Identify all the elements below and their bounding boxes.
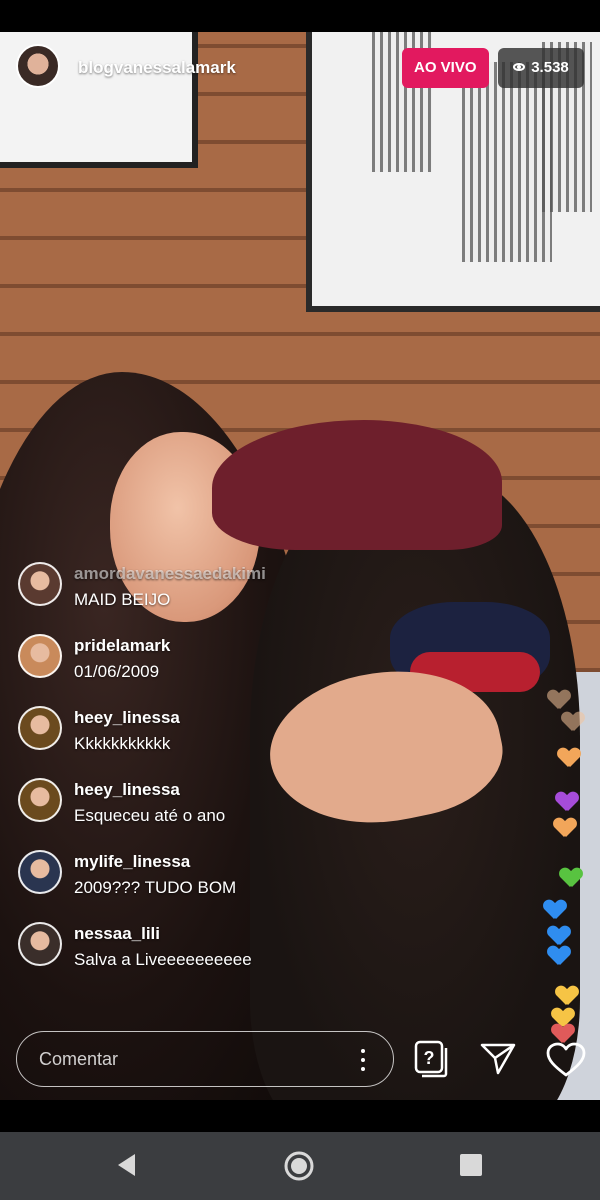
comment-placeholder: Comentar [39, 1049, 119, 1069]
commenter-username[interactable]: mylife_linessa [74, 852, 190, 872]
viewer-count-badge[interactable]: 3.538 [498, 48, 584, 88]
reaction-heart-icon [556, 792, 578, 812]
commenter-username[interactable]: amordavanessaedakimi [74, 564, 266, 584]
eye-icon [513, 63, 526, 72]
commenter-avatar[interactable] [18, 778, 62, 822]
comment-item[interactable]: pridelamark 01/06/2009 [16, 632, 376, 704]
comments-list: amordavanessaedakimi MAID BEIJO pridelamar… [16, 560, 376, 992]
reaction-heart-icon [548, 690, 570, 710]
commenter-avatar[interactable] [18, 850, 62, 894]
commenter-avatar[interactable] [18, 922, 62, 966]
comment-input[interactable]: Comentar [16, 1031, 394, 1087]
live-badge: AO VIVO [402, 48, 489, 88]
commenter-avatar[interactable] [18, 706, 62, 750]
reaction-heart-icon [560, 868, 582, 888]
host-avatar[interactable] [16, 44, 60, 88]
comment-text: Kkkkkkkkkkk [74, 734, 171, 753]
commenter-avatar[interactable] [18, 562, 62, 606]
comment-item[interactable]: nessaa_lili Salva a Liveeeeeeeeee [16, 920, 376, 992]
commenter-avatar[interactable] [18, 634, 62, 678]
host-username[interactable]: blogvanessalamark [78, 58, 236, 78]
commenter-username[interactable]: nessaa_lili [74, 924, 160, 944]
reaction-heart-icon [558, 748, 580, 768]
reaction-heart-icon [556, 986, 578, 1006]
like-heart-icon[interactable] [546, 1042, 586, 1078]
home-icon[interactable] [283, 1150, 315, 1182]
send-icon[interactable] [480, 1042, 516, 1076]
bottom-spacer [0, 1100, 600, 1132]
live-header: blogvanessalamark AO VIVO 3.538 [0, 32, 600, 104]
commenter-username[interactable]: heey_linessa [74, 708, 180, 728]
reaction-heart-icon [548, 946, 570, 966]
viewer-count: 3.538 [531, 59, 569, 76]
comment-item[interactable]: heey_linessa Esqueceu até o ano [16, 776, 376, 848]
comment-item[interactable]: mylife_linessa 2009??? TUDO BOM [16, 848, 376, 920]
svg-text:?: ? [424, 1048, 435, 1068]
commenter-username[interactable]: heey_linessa [74, 780, 180, 800]
comment-item[interactable]: amordavanessaedakimi MAID BEIJO [16, 560, 376, 632]
reaction-heart-icon [544, 900, 566, 920]
comment-text: 2009??? TUDO BOM [74, 878, 237, 897]
reaction-heart-icon [548, 926, 570, 946]
status-bar [0, 0, 600, 32]
reaction-heart-icon [552, 1024, 574, 1044]
question-icon[interactable]: ? [414, 1040, 448, 1078]
reaction-heart-icon [562, 712, 584, 732]
comment-text: MAID BEIJO [74, 590, 171, 609]
reaction-heart-icon [554, 818, 576, 838]
recents-icon[interactable] [460, 1154, 482, 1176]
back-icon[interactable] [115, 1152, 137, 1178]
comment-text: 01/06/2009 [74, 662, 160, 681]
commenter-username[interactable]: pridelamark [74, 636, 170, 656]
android-nav-bar [0, 1132, 600, 1200]
more-options-icon[interactable] [361, 1049, 365, 1071]
comment-text: Salva a Liveeeeeeeeee [74, 950, 252, 969]
comment-text: Esqueceu até o ano [74, 806, 226, 825]
cap [212, 420, 502, 550]
comment-item[interactable]: heey_linessa Kkkkkkkkkkk [16, 704, 376, 776]
